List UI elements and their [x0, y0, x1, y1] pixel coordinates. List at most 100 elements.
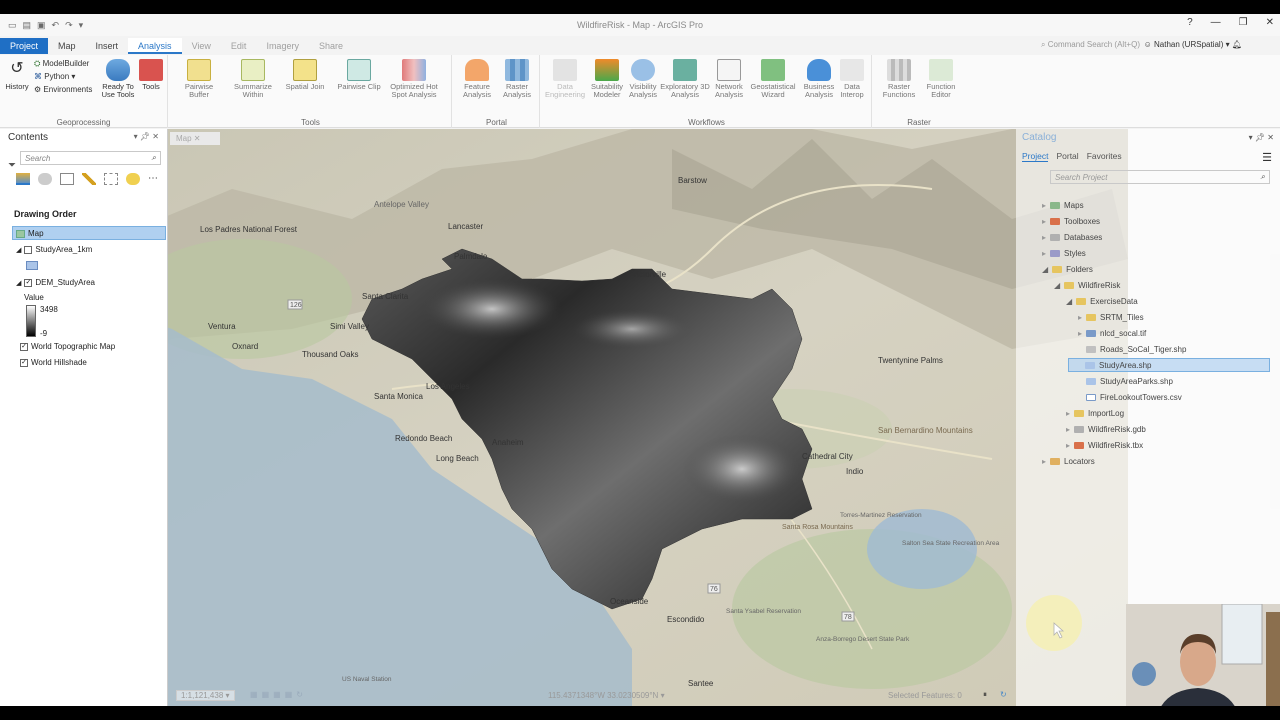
catalog-item-wildfirerisk[interactable]: ◢ WildfireRisk	[1054, 281, 1120, 290]
history-button[interactable]: ↺ History	[0, 59, 34, 91]
catalog-item-exercisedata[interactable]: ◢ ExerciseData	[1066, 297, 1138, 306]
pause-drawing-icon[interactable]: ⏸	[983, 690, 987, 700]
catalog-item-srtm[interactable]: ▸ SRTM_Tiles	[1078, 313, 1144, 322]
coordinate-readout[interactable]: 115.4371348°W 33.0230509°N ▾	[548, 691, 665, 700]
toc-layer-study-area[interactable]: ◢ StudyArea_1km	[16, 245, 92, 254]
modelbuilder-button[interactable]: ⛭ ModelBuilder	[34, 59, 89, 69]
study-area-symbol[interactable]	[26, 261, 38, 270]
expand-arrow-icon[interactable]: ▸	[1078, 329, 1082, 338]
tab-imagery[interactable]: Imagery	[256, 38, 309, 54]
collapse-arrow-icon[interactable]: ◢	[1042, 265, 1048, 274]
expand-arrow-icon[interactable]: ▸	[1042, 249, 1046, 258]
exploratory-3d-button[interactable]: Exploratory 3D Analysis	[660, 59, 710, 99]
expand-arrow-icon[interactable]: ▸	[1066, 425, 1070, 434]
expand-arrow-icon[interactable]: ▸	[1078, 313, 1082, 322]
catalog-item-studyarea[interactable]: StudyArea.shp	[1068, 358, 1270, 372]
tab-project[interactable]: Project	[0, 38, 49, 54]
catalog-item-nlcd[interactable]: ▸ nlcd_socal.tif	[1078, 329, 1146, 338]
list-by-labeling-icon[interactable]	[126, 173, 140, 185]
catalog-tab-project[interactable]: Project	[1022, 151, 1049, 162]
python-button[interactable]: ⌘ Python ▾	[34, 72, 75, 81]
pin-icon[interactable]: 📌︎	[1255, 133, 1265, 142]
list-by-selection-icon[interactable]	[60, 173, 74, 185]
full-extent-icon[interactable]: ▦	[262, 690, 270, 699]
spatial-join-button[interactable]: Spatial Join	[282, 59, 328, 91]
data-interop-button[interactable]: Data Interop	[832, 59, 872, 99]
catalog-item-towers[interactable]: FireLookoutTowers.csv	[1086, 393, 1182, 402]
user-account[interactable]: ☺ Nathan (URSpatial) ▾ 🔔︎	[1144, 40, 1242, 49]
data-engineering-button[interactable]: Data Engineering	[542, 59, 588, 99]
contents-search-input[interactable]: Search ⌕	[20, 151, 161, 165]
catalog-search-input[interactable]: Search Project ⌕	[1050, 170, 1270, 184]
map-view[interactable]: Los Padres National Forest Antelope Vall…	[112, 129, 1128, 706]
command-search[interactable]: ⌕ Command Search (Alt+Q)	[1041, 40, 1140, 50]
tab-insert[interactable]: Insert	[86, 38, 129, 54]
grid-icon[interactable]: ▦	[273, 690, 281, 699]
catalog-item-importlog[interactable]: ▸ ImportLog	[1066, 409, 1124, 418]
function-editor-button[interactable]: Function Editor	[918, 59, 964, 99]
raster-functions-button[interactable]: Raster Functions	[876, 59, 922, 99]
collapse-arrow-icon[interactable]: ◢	[1066, 297, 1072, 306]
map-view-tab[interactable]: Map ✕	[170, 132, 220, 145]
catalog-item-toolboxes[interactable]: ▸ Toolboxes	[1042, 217, 1100, 226]
toc-layer-dem[interactable]: ◢ ✓ DEM_StudyArea	[16, 278, 95, 287]
list-by-drawing-order-icon[interactable]	[16, 173, 30, 185]
expand-arrow-icon[interactable]: ▸	[1042, 233, 1046, 242]
catalog-tab-favorites[interactable]: Favorites	[1087, 151, 1122, 162]
environments-button[interactable]: ⚙ Environments	[34, 85, 92, 94]
refresh-icon[interactable]: ↻	[296, 690, 303, 699]
tab-analysis[interactable]: Analysis	[128, 38, 182, 54]
list-by-source-icon[interactable]	[38, 173, 52, 185]
help-icon[interactable]: ?	[1187, 17, 1193, 28]
list-by-snapping-icon[interactable]	[104, 173, 118, 185]
refresh-map-icon[interactable]: ↻	[1000, 690, 1007, 699]
notification-bell-icon[interactable]: 🔔︎	[1232, 40, 1242, 49]
catalog-item-gdb[interactable]: ▸ WildfireRisk.gdb	[1066, 425, 1146, 434]
scale-selector[interactable]: 1:1,121,438 ▾	[176, 690, 235, 701]
expand-arrow-icon[interactable]: ▸	[1066, 441, 1070, 450]
dem-color-ramp[interactable]	[26, 305, 36, 337]
tab-map[interactable]: Map	[48, 38, 86, 54]
pin-icon[interactable]: 📌︎	[140, 132, 150, 141]
hamburger-menu-icon[interactable]: ☰	[1262, 151, 1272, 164]
rotation-icon[interactable]: ▦	[285, 690, 293, 699]
filter-icon[interactable]: ⏷	[8, 160, 16, 171]
expand-icon[interactable]: ◢	[16, 279, 21, 287]
layer-visibility-checkbox[interactable]	[24, 245, 33, 254]
tools-button[interactable]: Tools	[134, 59, 168, 91]
tab-edit[interactable]: Edit	[221, 38, 257, 54]
more-options-icon[interactable]: ⋯	[148, 173, 162, 185]
close-pane-icon[interactable]: ✕	[1267, 133, 1274, 142]
fixed-zoom-icon[interactable]: ▦	[250, 690, 258, 699]
layer-visibility-checkbox[interactable]: ✓	[20, 358, 28, 367]
minimize-icon[interactable]: —	[1211, 17, 1221, 28]
expand-arrow-icon[interactable]: ▸	[1042, 457, 1046, 466]
tab-share[interactable]: Share	[309, 38, 353, 54]
raster-analysis-button[interactable]: Raster Analysis	[494, 59, 540, 99]
toc-map[interactable]: Map	[16, 229, 44, 238]
close-pane-icon[interactable]: ✕	[152, 132, 159, 141]
close-tab-icon[interactable]: ✕	[194, 134, 201, 143]
pane-menu-icon[interactable]: ▾	[134, 132, 138, 141]
toc-layer-hillshade[interactable]: ✓ World Hillshade	[20, 358, 87, 367]
catalog-item-tbx[interactable]: ▸ WildfireRisk.tbx	[1066, 441, 1143, 450]
network-analysis-button[interactable]: Network Analysis	[706, 59, 752, 99]
expand-arrow-icon[interactable]: ▸	[1066, 409, 1070, 418]
catalog-item-maps[interactable]: ▸ Maps	[1042, 201, 1084, 210]
map-canvas[interactable]: Los Padres National Forest Antelope Vall…	[112, 129, 1128, 706]
list-by-editing-icon[interactable]	[82, 173, 96, 185]
expand-icon[interactable]: ◢	[16, 246, 21, 254]
toc-layer-topographic[interactable]: ✓ World Topographic Map	[20, 342, 115, 351]
collapse-arrow-icon[interactable]: ◢	[1054, 281, 1060, 290]
layer-visibility-checkbox[interactable]: ✓	[24, 278, 33, 287]
catalog-tab-portal[interactable]: Portal	[1056, 151, 1078, 162]
layer-visibility-checkbox[interactable]: ✓	[20, 342, 28, 351]
tab-view[interactable]: View	[182, 38, 221, 54]
catalog-item-parks[interactable]: StudyAreaParks.shp	[1086, 377, 1173, 386]
catalog-item-locators[interactable]: ▸ Locators	[1042, 457, 1095, 466]
catalog-item-roads[interactable]: Roads_SoCal_Tiger.shp	[1086, 345, 1186, 354]
close-icon[interactable]: ✕	[1266, 17, 1274, 28]
catalog-item-databases[interactable]: ▸ Databases	[1042, 233, 1102, 242]
expand-arrow-icon[interactable]: ▸	[1042, 201, 1046, 210]
restore-icon[interactable]: ❐	[1239, 17, 1248, 28]
